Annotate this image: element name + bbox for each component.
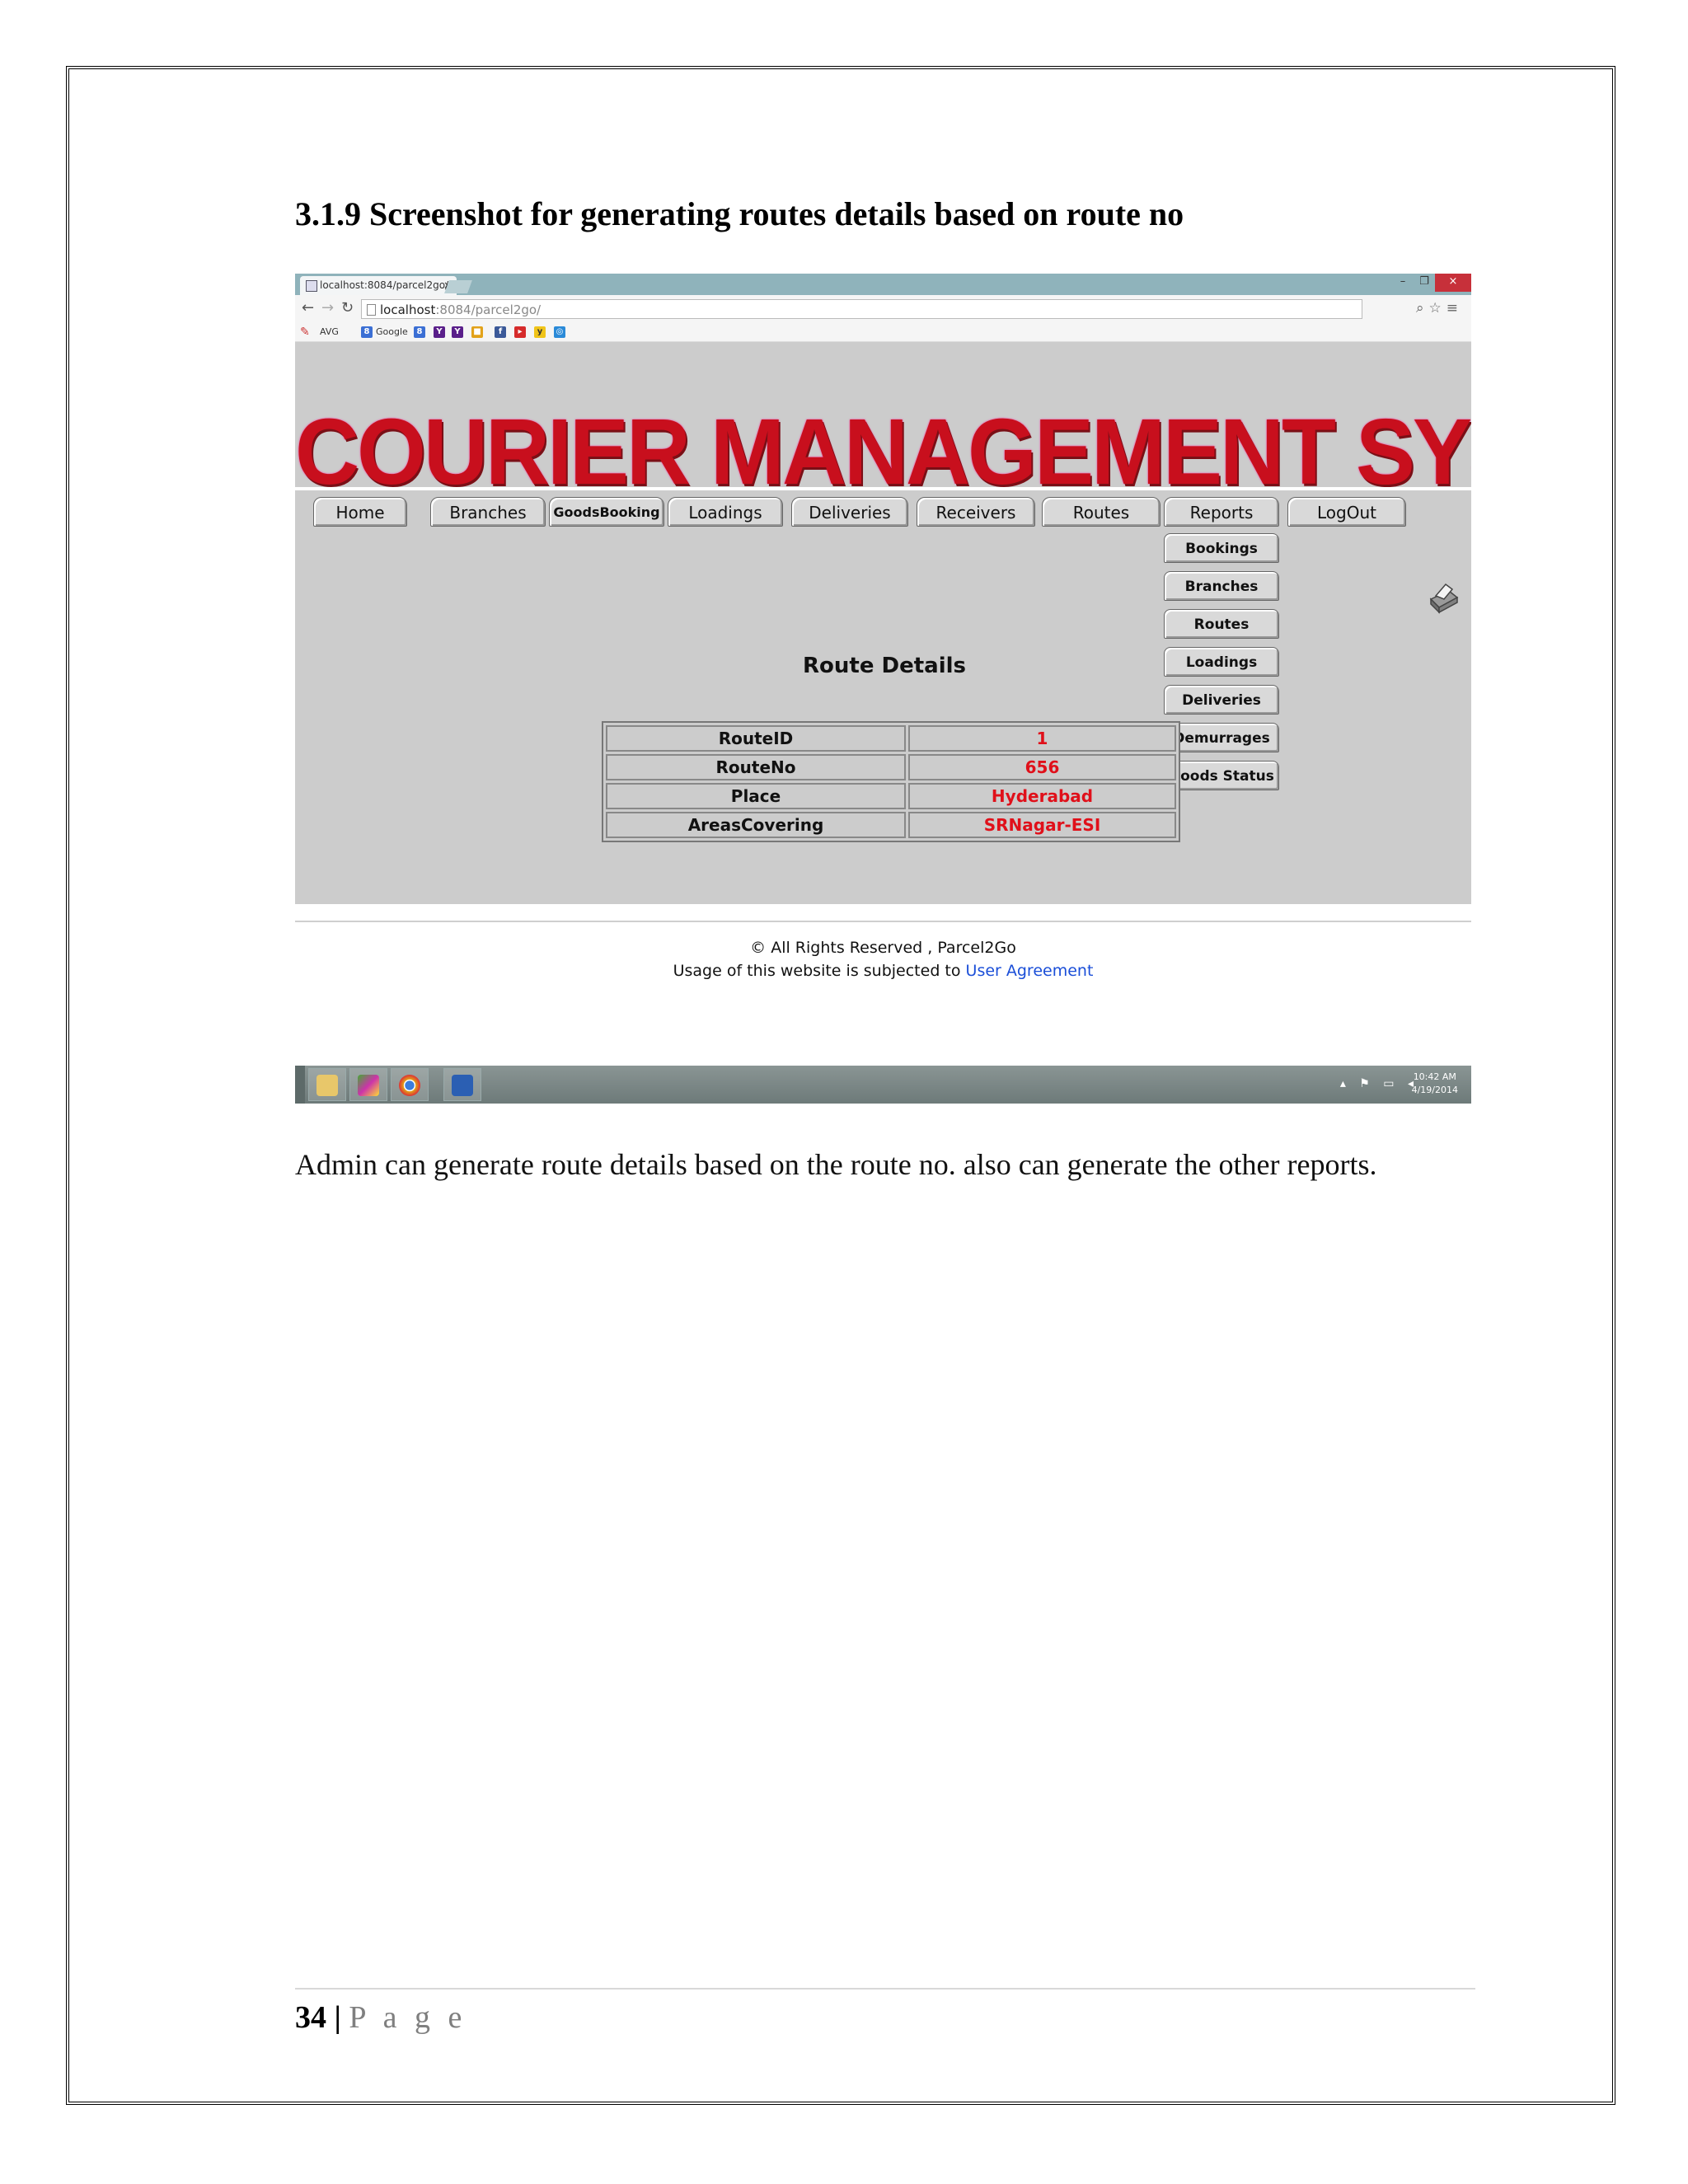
new-tab-button[interactable] [444, 280, 472, 293]
bookmark-google[interactable]: Google [376, 326, 408, 338]
user-agreement-link[interactable]: User Agreement [966, 962, 1094, 980]
footer-usage: Usage of this website is subjected to Us… [295, 962, 1471, 980]
areas-covering-value: SRNagar-ESI [908, 812, 1176, 838]
report-deliveries[interactable]: Deliveries [1164, 685, 1279, 715]
menu-icon[interactable]: ≡ [1447, 300, 1463, 316]
footer-copyright: © All Rights Reserved , Parcel2Go [750, 939, 1016, 957]
route-id-value: 1 [908, 725, 1176, 752]
word-icon[interactable] [443, 1068, 481, 1101]
place-label: Place [606, 783, 906, 809]
window-controls: – ❐ × [1392, 274, 1471, 292]
printer-icon[interactable] [1424, 581, 1461, 617]
back-arrow-icon[interactable]: ← [302, 299, 314, 316]
bookmark-avg-label: AVG [320, 326, 339, 337]
route-details-table: RouteID 1 RouteNo 656 Place Hyderabad Ar… [602, 721, 1180, 842]
star-icon[interactable]: ☆ [1429, 300, 1447, 316]
restore-button[interactable]: ❐ [1414, 274, 1435, 292]
bookmarks-bar: ✎ AVG 8 Google 8 Y Y ■ f ▸ y ◎ [295, 323, 1471, 342]
bookmark-y-icon[interactable]: y [534, 326, 546, 338]
google-icon: 8 [361, 326, 373, 338]
place-value: Hyderabad [908, 783, 1176, 809]
window-close-button[interactable]: × [1435, 274, 1471, 292]
url-input[interactable]: localhost:8084/parcel2go/ [361, 299, 1362, 319]
file-explorer-icon[interactable] [308, 1068, 346, 1101]
areas-covering-label: AreasCovering [606, 812, 906, 838]
report-loadings[interactable]: Loadings [1164, 647, 1279, 677]
clock-date: 4/19/2014 [1411, 1085, 1458, 1095]
nav-reports[interactable]: Reports [1164, 497, 1279, 527]
url-path: :8084/parcel2go/ [435, 302, 542, 317]
clock-time: 10:42 AM [1413, 1071, 1456, 1082]
route-no-label: RouteNo [606, 754, 906, 780]
browser-tab[interactable]: localhost:8084/parcel2go/ × [300, 276, 457, 295]
page-footer-divider [295, 1988, 1475, 1990]
document-heading: 3.1.9 Screenshot for generating routes d… [295, 195, 1184, 232]
nav-receivers[interactable]: Receivers [917, 497, 1035, 527]
bookmark-icon[interactable]: 8 [414, 326, 425, 338]
route-id-label: RouteID [606, 725, 906, 752]
page-number-value: 34 [295, 2000, 326, 2035]
start-button[interactable] [295, 1066, 305, 1104]
minimize-button[interactable]: – [1392, 274, 1414, 292]
url-host: localhost [380, 302, 436, 317]
footer-usage-text: Usage of this website is subjected to [673, 962, 966, 980]
tab-title: localhost:8084/parcel2go/ [320, 279, 449, 291]
yahoo-mail-icon[interactable]: Y [452, 326, 463, 338]
page-separator: | [334, 2000, 341, 2035]
forward-arrow-icon[interactable]: → [321, 299, 334, 316]
paint-icon[interactable] [349, 1068, 387, 1101]
report-branches[interactable]: Branches [1164, 571, 1279, 601]
system-tray: ▴ ⚑ ▭ ◂ [1339, 1077, 1418, 1090]
yahoo-icon[interactable]: Y [434, 326, 445, 338]
windows-taskbar: ▴ ⚑ ▭ ◂ 10:42 AM 4/19/2014 [295, 1066, 1471, 1104]
windows-icon[interactable]: ■ [471, 326, 483, 338]
table-row: RouteID 1 [606, 725, 1176, 752]
screenshot: localhost:8084/parcel2go/ × –❐× ← → ↻ lo… [295, 274, 1471, 1104]
page-favicon-icon [306, 280, 317, 292]
report-demurrages[interactable]: Demurrages [1164, 723, 1279, 752]
nav-branches[interactable]: Branches [430, 497, 546, 527]
nav-deliveries[interactable]: Deliveries [791, 497, 908, 527]
app-header: COURIER MANAGEMENT SYSTEM [295, 342, 1471, 504]
taskbar-clock[interactable]: 10:42 AM 4/19/2014 [1412, 1071, 1458, 1097]
browser-tabstrip: localhost:8084/parcel2go/ × –❐× [295, 274, 1471, 295]
reload-icon[interactable]: ↻ [341, 299, 354, 316]
bookmark-tool-icon[interactable]: ✎ [300, 326, 310, 338]
page-number: 34 | P a g e [295, 1999, 467, 2036]
nav-loadings[interactable]: Loadings [668, 497, 783, 527]
bookmark-google-label: Google [376, 326, 408, 337]
nav-logout[interactable]: LogOut [1287, 497, 1406, 527]
zoom-icon[interactable]: ⌕ [1416, 300, 1429, 316]
nav-home[interactable]: Home [313, 497, 407, 527]
document-caption: Admin can generate route details based o… [295, 1148, 1377, 1181]
bookmark-globe-icon[interactable]: ◎ [554, 326, 565, 338]
bookmark-avg[interactable]: AVG [320, 326, 339, 338]
app-footer: © All Rights Reserved , Parcel2Go Usage … [295, 904, 1471, 1104]
page-word: P a g e [349, 2000, 467, 2035]
nav-goodsbooking[interactable]: GoodsBooking [549, 497, 664, 527]
table-row: Place Hyderabad [606, 783, 1176, 809]
footer-divider [295, 921, 1471, 922]
youtube-icon[interactable]: ▸ [514, 326, 526, 338]
app-viewport: COURIER MANAGEMENT SYSTEM Home Branches … [295, 342, 1471, 987]
report-routes[interactable]: Routes [1164, 609, 1279, 639]
addressbar-actions: ⌕☆≡ [1416, 300, 1463, 316]
report-bookings[interactable]: Bookings [1164, 533, 1279, 563]
page-icon [367, 304, 376, 316]
report-goods-status[interactable]: Goods Status [1164, 761, 1279, 790]
facebook-icon[interactable]: f [495, 326, 506, 338]
route-no-value: 656 [908, 754, 1176, 780]
address-bar: ← → ↻ localhost:8084/parcel2go/ ⌕☆≡ [295, 295, 1471, 323]
route-details-title: Route Details [803, 654, 966, 678]
chrome-icon[interactable] [391, 1068, 429, 1101]
table-row: RouteNo 656 [606, 754, 1176, 780]
app-logo: COURIER MANAGEMENT SYSTEM [295, 398, 1471, 504]
table-row: AreasCovering SRNagar-ESI [606, 812, 1176, 838]
nav-routes[interactable]: Routes [1042, 497, 1160, 527]
